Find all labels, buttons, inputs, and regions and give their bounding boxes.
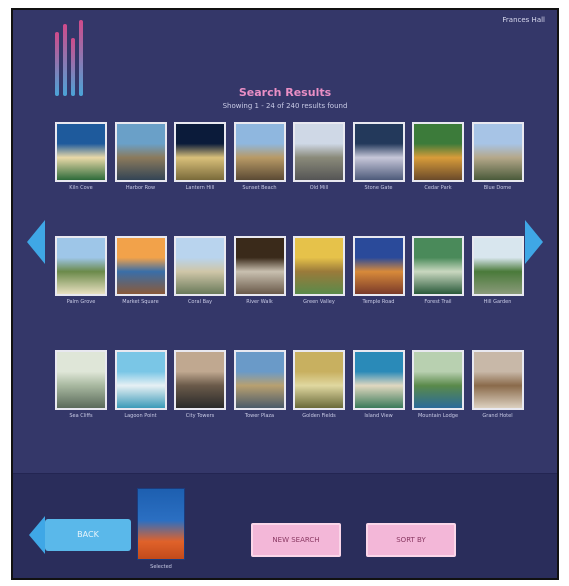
result-tile[interactable]: Stone Gate	[352, 122, 405, 198]
result-label: Market Square	[122, 299, 159, 305]
result-label: Hill Garden	[483, 299, 512, 305]
result-label: Old Mill	[309, 185, 329, 191]
result-thumbnail	[55, 122, 107, 182]
result-label: Island View	[364, 413, 393, 419]
result-tile[interactable]: Sea Cliffs	[55, 350, 107, 426]
sort-button[interactable]: SORT BY	[366, 523, 456, 557]
result-thumbnail	[114, 236, 167, 296]
result-thumbnail	[233, 236, 286, 296]
chevron-left-icon[interactable]	[27, 220, 45, 264]
result-tile[interactable]: Cedar Park	[412, 122, 464, 198]
result-thumbnail	[174, 350, 226, 410]
result-tile[interactable]: Golden Fields	[293, 350, 345, 426]
result-thumbnail	[293, 236, 345, 296]
result-label: Temple Road	[362, 299, 395, 305]
result-label: Sea Cliffs	[69, 413, 93, 419]
result-thumbnail	[114, 122, 167, 182]
result-tile[interactable]: Market Square	[114, 236, 167, 312]
result-tile[interactable]: Blue Dome	[471, 122, 524, 198]
back-arrow-icon	[29, 516, 45, 554]
result-label: Grand Hotel	[482, 413, 513, 419]
result-thumbnail	[412, 122, 464, 182]
result-thumbnail	[471, 122, 524, 182]
result-label: Stone Gate	[364, 185, 393, 191]
result-tile[interactable]: Mountain Lodge	[412, 350, 464, 426]
result-thumbnail	[412, 236, 464, 296]
result-tile[interactable]: Green Valley	[293, 236, 345, 312]
result-thumbnail	[233, 350, 286, 410]
result-thumbnail	[174, 236, 226, 296]
new-search-button[interactable]: NEW SEARCH	[251, 523, 341, 557]
result-tile[interactable]: River Walk	[233, 236, 286, 312]
result-tile[interactable]: Lagoon Point	[114, 350, 167, 426]
result-tile[interactable]: Hill Garden	[471, 236, 524, 312]
result-label: River Walk	[246, 299, 273, 305]
app-logo	[53, 18, 93, 96]
result-label: Lantern Hill	[185, 185, 215, 191]
result-tile[interactable]: Palm Grove	[55, 236, 107, 312]
result-label: Coral Bay	[187, 299, 213, 305]
result-tile[interactable]: Sunset Beach	[233, 122, 286, 198]
result-thumbnail	[471, 236, 524, 296]
result-tile[interactable]: Temple Road	[352, 236, 405, 312]
result-tile[interactable]: Tower Plaza	[233, 350, 286, 426]
selected-preview[interactable]: Selected	[137, 488, 185, 570]
result-label: Sunset Beach	[242, 185, 277, 191]
result-tile[interactable]: Kiln Cove	[55, 122, 107, 198]
result-thumbnail	[293, 122, 345, 182]
result-tile[interactable]: City Towers	[174, 350, 226, 426]
preview-thumbnail	[137, 488, 185, 560]
user-label[interactable]: Frances Hall	[502, 16, 545, 24]
result-thumbnail	[293, 350, 345, 410]
result-tile[interactable]: Old Mill	[293, 122, 345, 198]
result-label: Kiln Cove	[69, 185, 93, 191]
result-thumbnail	[352, 350, 405, 410]
result-label: City Towers	[185, 413, 215, 419]
result-tile[interactable]: Island View	[352, 350, 405, 426]
preview-caption: Selected	[150, 564, 172, 570]
chevron-right-icon[interactable]	[525, 220, 543, 264]
result-thumbnail	[471, 350, 524, 410]
result-label: Blue Dome	[483, 185, 512, 191]
result-label: Green Valley	[303, 299, 335, 305]
results-count: Showing 1 - 24 of 240 results found	[222, 102, 348, 110]
back-button-label: BACK	[77, 530, 99, 539]
result-label: Forest Trail	[424, 299, 452, 305]
result-tile[interactable]: Grand Hotel	[471, 350, 524, 426]
result-tile[interactable]: Harbor Row	[114, 122, 167, 198]
result-label: Golden Fields	[302, 413, 336, 419]
result-thumbnail	[412, 350, 464, 410]
page-title: Search Results	[238, 86, 332, 99]
result-thumbnail	[114, 350, 167, 410]
result-label: Tower Plaza	[244, 413, 275, 419]
result-label: Cedar Park	[424, 185, 452, 191]
result-label: Harbor Row	[125, 185, 156, 191]
back-button[interactable]: BACK	[29, 516, 131, 554]
result-tile[interactable]: Forest Trail	[412, 236, 464, 312]
result-tile[interactable]: Lantern Hill	[174, 122, 226, 198]
result-thumbnail	[352, 122, 405, 182]
results-panel: Frances Hall Search Results Showing 1 - …	[13, 10, 557, 473]
result-thumbnail	[174, 122, 226, 182]
result-label: Palm Grove	[66, 299, 96, 305]
result-thumbnail	[55, 350, 107, 410]
result-label: Mountain Lodge	[417, 413, 459, 419]
app-window: Frances Hall Search Results Showing 1 - …	[11, 8, 559, 580]
result-thumbnail	[352, 236, 405, 296]
result-label: Lagoon Point	[124, 413, 157, 419]
result-thumbnail	[233, 122, 286, 182]
result-tile[interactable]: Coral Bay	[174, 236, 226, 312]
result-thumbnail	[55, 236, 107, 296]
